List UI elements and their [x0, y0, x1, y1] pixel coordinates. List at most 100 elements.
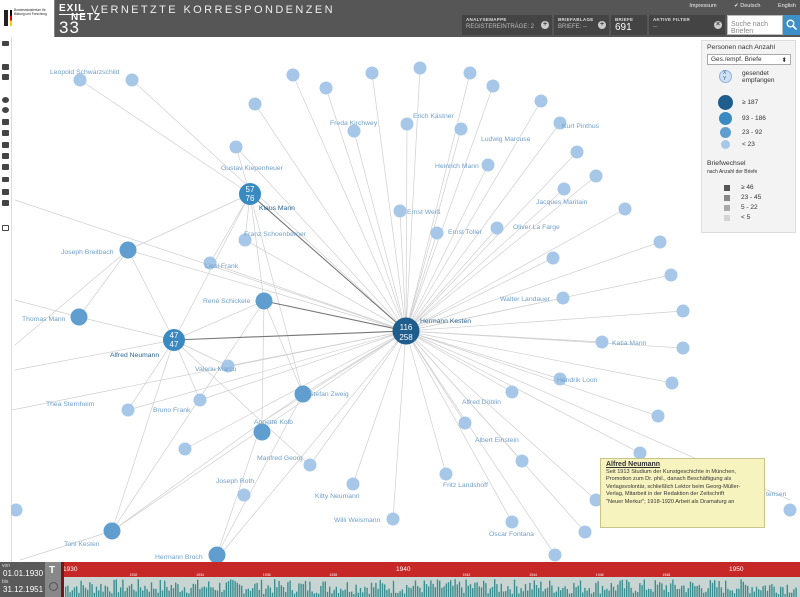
timeline-toggle[interactable]: T — [45, 562, 61, 597]
timeline-bar — [144, 585, 146, 597]
legend-size-1: ≥ 187 — [742, 99, 759, 106]
timeline-bar — [331, 593, 333, 597]
timeline-bar — [122, 579, 124, 597]
letter-icon[interactable] — [2, 119, 9, 125]
timeline-bar — [366, 587, 368, 597]
timeline-bar — [126, 587, 128, 597]
filter-clear-icon[interactable]: × — [714, 21, 722, 29]
exilnetz-logo[interactable]: EXIL NETZ 33 — [59, 3, 100, 37]
export-icon[interactable] — [2, 64, 9, 70]
label-ernst-toller: Ernst Toller — [448, 229, 483, 236]
timeline-bar — [714, 580, 716, 597]
lang-deutsch-link[interactable]: ✔ Deutsch — [734, 3, 760, 9]
timeline-bar — [210, 587, 212, 597]
klaus-count-received: 76 — [246, 194, 255, 203]
timeline-bar — [219, 582, 221, 597]
label-joseph-b: Joseph Breitbach — [61, 249, 114, 256]
timeline-bar — [509, 589, 511, 597]
timeline-bar — [225, 582, 227, 597]
timeline-bar — [113, 579, 115, 597]
search-button[interactable] — [783, 15, 800, 35]
timeline-bar — [397, 592, 399, 597]
timeline-bar — [346, 582, 348, 597]
timeline-selection[interactable] — [61, 562, 800, 577]
timeline-bar — [285, 592, 287, 597]
timeline-bar — [458, 581, 461, 597]
impressum-link[interactable]: Impressum — [689, 3, 716, 9]
ministry-text: Bundesministerium für Bildung und Forsch… — [14, 8, 47, 16]
timeline-bar — [617, 584, 619, 597]
menu-icon[interactable] — [2, 41, 9, 46]
timeline-bar — [469, 584, 472, 597]
lang-english-link[interactable]: English — [778, 3, 796, 9]
timeline-bar — [194, 584, 197, 597]
timeline-bar — [663, 589, 665, 597]
legend-select[interactable]: Ges./empf. Briefe ⬍ — [707, 54, 791, 65]
analysis-folder-box[interactable]: ANALYSEMAPPE REGISTEREINTRÄGE: 2 + — [462, 15, 552, 35]
timeline-bar — [131, 583, 133, 597]
timeline-bar — [500, 583, 502, 597]
label-joseph-r: Joseph Roth — [216, 478, 254, 485]
analysis-add-icon[interactable]: + — [541, 21, 549, 29]
timeline-bar — [227, 581, 230, 597]
timeline-bar — [551, 585, 553, 597]
timeline-bar — [474, 582, 476, 597]
timeline-bar — [700, 588, 703, 597]
tooltip-line: "Neuer Merkur"; 1918-1920 Arbeit als Dra… — [606, 498, 735, 505]
share-icon[interactable] — [2, 97, 9, 103]
timeline-bar — [502, 591, 505, 597]
timeline-bar — [87, 589, 89, 597]
timeline-bar — [489, 588, 491, 597]
filter-icon[interactable] — [2, 200, 9, 206]
timeline-bar — [124, 591, 126, 597]
globe-icon[interactable] — [2, 107, 9, 113]
timeline-bar — [236, 582, 238, 597]
reset-icon[interactable] — [49, 582, 58, 591]
letter-storage-box[interactable]: BRIEFABLAGE BRIEFE: -- + — [554, 15, 609, 35]
alfred-count-sent: 47 — [170, 331, 179, 340]
timeline-bar — [177, 584, 179, 597]
legend-edge-1: ≥ 46 — [741, 184, 754, 191]
timeline-bar — [287, 582, 289, 597]
timeline-bar — [456, 584, 458, 597]
import-icon[interactable] — [2, 74, 9, 80]
timeline-bar — [379, 580, 381, 597]
size-large-icon — [718, 95, 733, 110]
to-date[interactable]: 31.12.1951 — [3, 585, 43, 594]
letter-storage-add-icon[interactable]: + — [598, 21, 606, 29]
from-date[interactable]: 01.01.1930 — [3, 569, 43, 578]
timeline-bar — [109, 591, 111, 597]
label-gustav: Gustav Kiepenheuer — [221, 165, 284, 172]
timeline-bar — [711, 582, 714, 597]
timeline-bar — [608, 590, 610, 597]
timeline-bar — [390, 592, 392, 597]
label-alfred-d: Alfred Döblin — [462, 399, 501, 406]
timeline-bar — [326, 591, 329, 597]
timeline-bar — [582, 592, 584, 597]
people-icon[interactable] — [2, 164, 9, 170]
legend-size-3: 23 - 92 — [742, 129, 763, 136]
timeline-bar — [212, 587, 214, 597]
label-ernst-weiss: Ernst Weiß — [407, 209, 441, 216]
letters-count-box[interactable]: BRIEFE 691 — [611, 15, 647, 35]
mail-icon[interactable] — [2, 130, 9, 136]
label-fritz: Fritz Landshoff — [443, 482, 488, 489]
book-icon[interactable] — [2, 189, 9, 195]
timeline-handle-left[interactable] — [61, 562, 64, 597]
active-filter-box[interactable]: AKTIVE FILTER -- × — [649, 15, 725, 35]
dropdown-arrow-icon: ⬍ — [781, 57, 787, 64]
timeline-bar — [538, 588, 540, 597]
window-icon[interactable] — [2, 225, 9, 231]
label-alfred-neumann: Alfred Neumann — [110, 352, 159, 359]
search-input[interactable]: Suche nach Briefen — [727, 15, 783, 35]
timeline-bar — [135, 591, 137, 597]
list-icon[interactable] — [2, 153, 9, 159]
timeline-histogram[interactable]: 1930 1940 1950 1932 1934 1936 1938 1942 1944 1946… — [61, 562, 800, 597]
timeline-bar — [689, 581, 692, 597]
timeline-bar — [564, 586, 566, 597]
timeline-bar — [355, 584, 357, 597]
timeline-bar — [150, 582, 153, 597]
calendar-icon[interactable] — [2, 142, 9, 148]
chart-icon[interactable] — [2, 177, 9, 182]
label-katia: Katia Mann — [612, 340, 647, 347]
